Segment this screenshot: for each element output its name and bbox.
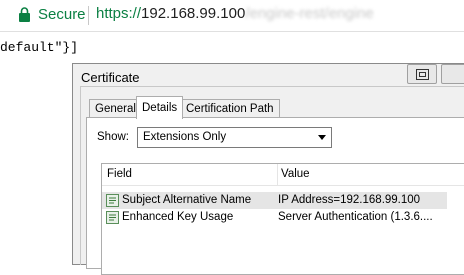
extension-icon: [106, 211, 119, 224]
tab-general[interactable]: General: [89, 99, 142, 118]
url-path: /engine-rest/engine: [245, 5, 374, 22]
row-value: Server Authentication (1.3.6....: [278, 211, 433, 223]
row-value: IP Address=192.168.99.100: [278, 194, 421, 206]
details-table[interactable]: Field Value Subject Alternative Name IP …: [101, 163, 464, 275]
table-row[interactable]: Enhanced Key Usage Server Authentication…: [102, 209, 447, 226]
page-code-text: default"}]: [0, 40, 79, 55]
row-field: Enhanced Key Usage: [122, 211, 234, 223]
url-text[interactable]: https://192.168.99.100/engine-rest/engin…: [96, 5, 374, 22]
extension-icon: [106, 194, 119, 207]
url-host: 192.168.99.100: [141, 5, 246, 22]
row-field: Subject Alternative Name: [122, 194, 252, 206]
address-separator: [88, 6, 89, 25]
browser-address-bar[interactable]: Secure https://192.168.99.100/engine-res…: [0, 0, 464, 32]
show-select-value: Extensions Only: [143, 131, 227, 143]
certificate-dialog: Certificate General Details Certificatio…: [72, 63, 464, 275]
column-header-value[interactable]: Value: [278, 164, 464, 186]
close-button[interactable]: [441, 64, 464, 84]
column-header-field[interactable]: Field: [102, 164, 278, 186]
tab-details[interactable]: Details: [136, 96, 184, 119]
restore-button[interactable]: [407, 64, 437, 84]
chevron-down-icon: [318, 135, 326, 140]
table-row[interactable]: Subject Alternative Name IP Address=192.…: [102, 192, 447, 209]
show-select[interactable]: Extensions Only: [137, 127, 332, 148]
url-scheme: https://: [96, 5, 142, 22]
dialog-title: Certificate: [81, 70, 140, 85]
tab-certification-path[interactable]: Certification Path: [180, 99, 280, 118]
details-panel: Show: Extensions Only Field Value Subjec…: [86, 117, 464, 275]
lock-icon: [19, 7, 30, 22]
restore-icon: [416, 69, 429, 80]
show-label: Show:: [97, 131, 129, 143]
secure-label[interactable]: Secure: [38, 6, 86, 23]
